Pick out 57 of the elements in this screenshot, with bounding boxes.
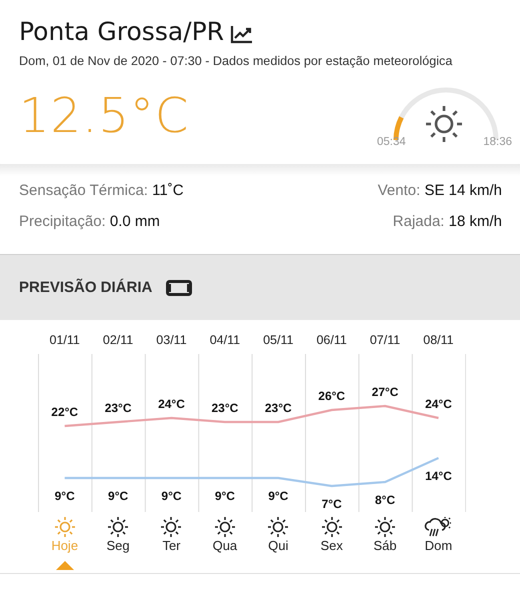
temperature-label: 23°C xyxy=(264,401,292,415)
detail-value: 18 km/h xyxy=(448,213,502,230)
forecast-date: 04/11 xyxy=(208,332,242,349)
temperature-label: 22°C xyxy=(51,405,78,419)
sunset-time: 18:36 xyxy=(483,136,512,148)
forecast-date: 08/11 xyxy=(422,332,455,349)
current-temperature: 12.5°C xyxy=(19,88,190,144)
forecast-date: 06/11 xyxy=(315,332,348,349)
detail-label: Precipitação: xyxy=(19,213,106,230)
phone-rotate-icon[interactable] xyxy=(166,280,192,296)
temperature-label: 27°C xyxy=(372,385,398,399)
day-tab[interactable]: Sex xyxy=(304,516,358,553)
day-tab[interactable]: Dom xyxy=(412,516,466,553)
temperature-label: 9°C xyxy=(161,489,182,503)
temperature-label: 23°C xyxy=(104,401,132,415)
sun-icon xyxy=(320,516,343,538)
day-tab[interactable]: Ter xyxy=(144,516,198,553)
day-tab[interactable]: Qua xyxy=(198,516,252,553)
date-subtitle: Dom, 01 de Nov de 2020 - 07:30 - Dados medidos por estação meteorológica xyxy=(19,54,454,68)
city-title: Ponta Grossa/PR xyxy=(19,16,224,48)
forecast-date: 01/11 xyxy=(48,332,81,349)
temperature-label: 24°C xyxy=(158,397,185,411)
detail-value: SE 14 km/h xyxy=(424,182,502,199)
day-tab[interactable]: Sáb xyxy=(358,516,412,553)
detail-label: Rajada: xyxy=(392,213,444,230)
temperature-label: 8°C xyxy=(375,493,396,507)
chart-trend-icon[interactable] xyxy=(230,24,254,44)
sun-icon xyxy=(54,516,76,538)
day-tab[interactable]: Qui xyxy=(252,516,305,553)
sun-icon xyxy=(160,516,182,538)
temperature-label: 9°C xyxy=(108,489,128,503)
sun-icon xyxy=(214,516,236,538)
temperature-label: 7°C xyxy=(322,497,342,511)
temperature-label: 14°C xyxy=(425,469,452,483)
temperature-label: 9°C xyxy=(214,489,235,503)
detail-label: Vento: xyxy=(378,182,420,199)
sun-icon xyxy=(267,516,290,538)
detail-value: 11˚C xyxy=(152,182,184,199)
selection-marker-icon xyxy=(56,561,74,570)
temperature-label: 9°C xyxy=(54,489,75,503)
temperature-label: 9°C xyxy=(268,489,288,503)
temperature-label: 23°C xyxy=(212,401,238,415)
forecast-date: 02/11 xyxy=(102,332,134,349)
sun-icon xyxy=(107,516,130,538)
forecast-date: 05/11 xyxy=(262,332,294,349)
temperature-label: 26°C xyxy=(318,389,346,403)
detail-value: 0.0 mm xyxy=(110,213,160,230)
forecast-date: 07/11 xyxy=(368,332,402,349)
sun-icon xyxy=(424,104,464,144)
sun-icon xyxy=(374,516,396,538)
sunrise-time: 05:34 xyxy=(377,136,406,148)
forecast-date: 03/11 xyxy=(155,332,188,349)
detail-label: Sensação Térmica: xyxy=(19,182,148,199)
day-tab[interactable]: Seg xyxy=(91,516,145,553)
forecast-title: PREVISÃO DIÁRIA xyxy=(19,279,152,296)
temperature-label: 24°C xyxy=(425,397,452,411)
rain-cloud-sun-icon xyxy=(424,516,452,538)
